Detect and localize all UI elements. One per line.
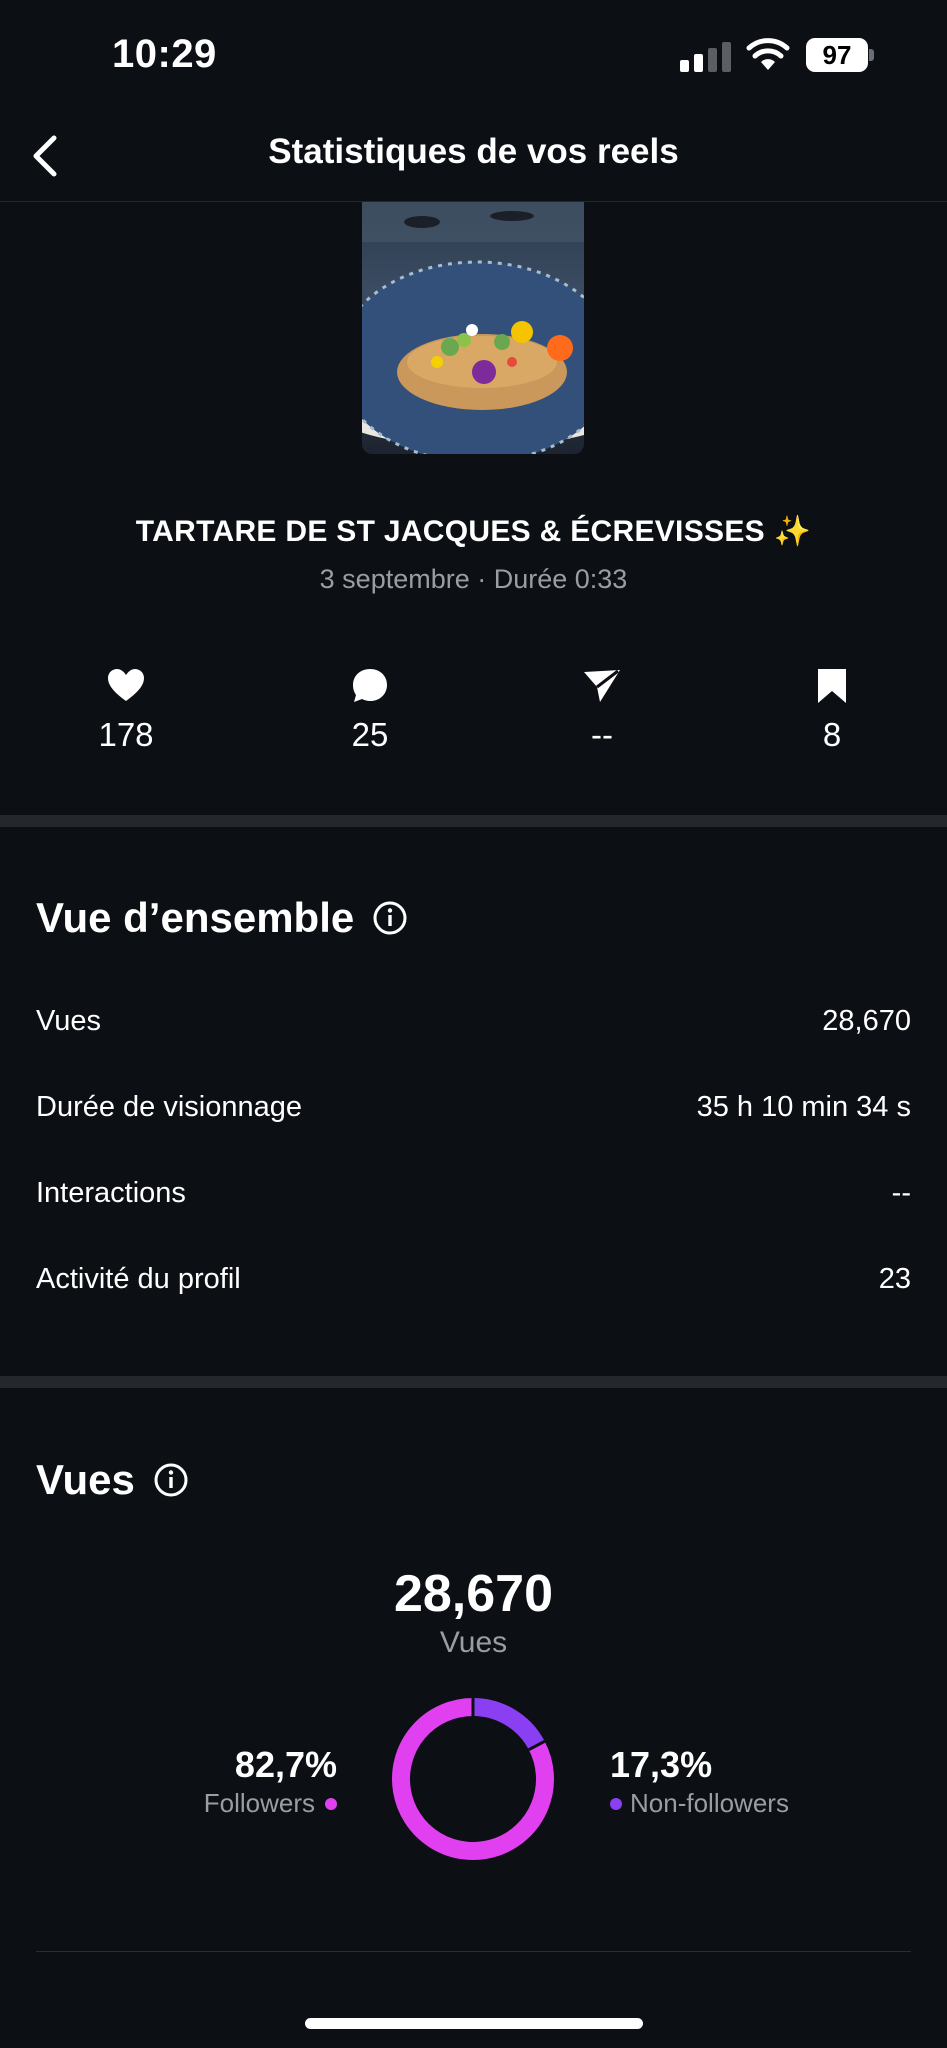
reel-thumbnail[interactable] [362,202,584,454]
overview-row-profile-activity[interactable]: Activité du profil 23 [36,1259,911,1299]
battery-icon: 97 [806,38,874,72]
section-divider [0,815,947,827]
overview-row-interactions[interactable]: Interactions -- [36,1173,911,1213]
row-label: Durée de visionnage [36,1090,303,1123]
reel-meta: 3 septembre · Durée 0:33 [319,564,628,594]
row-label: Activité du profil [36,1262,241,1295]
views-section-title: Vues [36,1456,189,1504]
saves-metric: 8 [772,666,892,754]
reel-title: TARTARE DE ST JACQUES & ÉCREVISSES ✨ [135,515,812,548]
non-followers-label: Non-followers [630,1788,789,1818]
battery-tip [869,49,874,61]
row-value: 35 h 10 min 34 s [696,1090,911,1123]
non-followers-legend: Non-followers [610,1788,789,1819]
reel-insights-screen: 10:29 97 Statistiques de vos reels TARTA… [0,0,947,2048]
status-bar: 10:29 97 [0,0,947,112]
row-value: -- [891,1176,911,1209]
bookmark-icon [818,669,846,703]
overview-row-watch-time[interactable]: Durée de visionnage 35 h 10 min 34 s [36,1087,911,1127]
followers-legend: Followers [204,1788,337,1819]
views-title: Vues [36,1456,135,1503]
status-time: 10:29 [112,32,217,76]
views-total-label: Vues [439,1626,508,1659]
donut-segment-non-followers [472,1698,545,1750]
comment-icon [353,669,387,702]
row-value: 23 [878,1262,911,1295]
non-followers-dot [610,1797,622,1810]
heart-icon [108,669,144,701]
wifi-icon [746,38,790,70]
followers-dot [325,1797,337,1810]
non-followers-percentage: 17,3% [610,1744,713,1785]
likes-metric: 178 [66,666,186,754]
followers-label: Followers [203,1788,315,1818]
followers-stat: 82,7% Followers [204,1744,337,1819]
section-bottom-divider [36,1951,911,1952]
row-label: Interactions [36,1176,186,1209]
share-icon [584,669,620,702]
row-value: 28,670 [822,1004,911,1037]
nav-bar: Statistiques de vos reels [0,112,947,202]
followers-percentage: 82,7% [234,1744,337,1785]
likes-count: 178 [98,716,154,753]
non-followers-stat: 17,3% Non-followers [610,1744,789,1819]
views-donut-chart [392,1698,554,1860]
comments-metric: 25 [310,666,430,754]
shares-metric: -- [542,666,662,754]
comments-count: 25 [351,716,389,753]
home-indicator[interactable] [305,2018,643,2029]
row-label: Vues [36,1004,102,1037]
overview-section-title: Vue d’ensemble [36,894,408,942]
info-icon[interactable] [372,900,408,936]
page-title: Statistiques de vos reels [268,132,679,171]
cellular-signal-icon [680,42,731,72]
info-icon[interactable] [153,1462,189,1498]
shares-count: -- [591,716,613,753]
section-divider [0,1376,947,1388]
overview-row-views[interactable]: Vues 28,670 [36,1001,911,1041]
views-total: 28,670 [393,1565,554,1623]
battery-level: 97 [806,38,868,72]
overview-title: Vue d’ensemble [36,894,355,941]
saves-count: 8 [822,716,842,753]
